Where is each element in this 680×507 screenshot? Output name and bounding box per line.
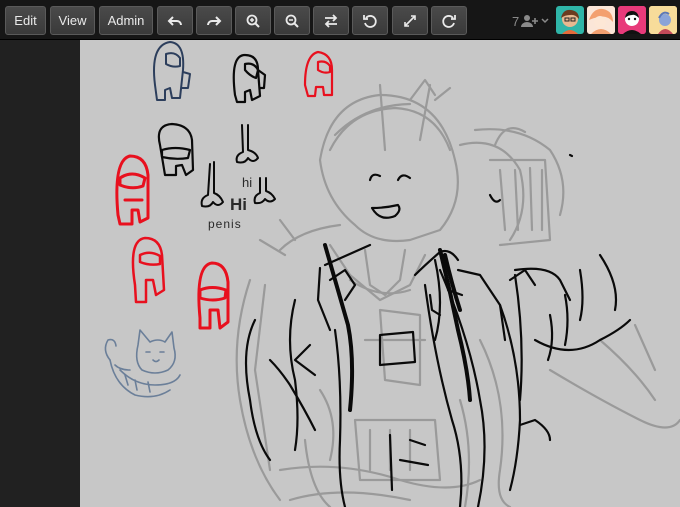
avatar[interactable] [587,6,615,34]
user-count: 7 [512,13,520,29]
zoom-out-button[interactable] [274,6,310,35]
edit-menu-button[interactable]: Edit [5,6,46,35]
user-count-dropdown[interactable]: 7 [512,12,549,30]
doodle-text-scribble: penis [208,217,242,231]
left-sidebar [0,40,80,507]
avatar-image [618,6,646,34]
fullscreen-icon [404,14,416,27]
among-us-navy [153,41,191,101]
avatar-image [649,6,677,34]
rotate-left-button[interactable] [352,6,388,35]
chevron-down-icon [541,18,549,24]
add-user-icon [521,15,539,27]
undo-icon [167,15,182,26]
cat-doodle [104,329,181,398]
drawing-layer [104,41,680,507]
among-us-red-2 [115,154,150,226]
avatar-image [561,9,579,34]
drawing-canvas[interactable]: hi Hi penis [80,40,680,507]
avatar[interactable] [649,6,677,34]
flip-icon [324,13,338,28]
rotate-right-button[interactable] [431,6,467,35]
doodle-text-hi-small: hi [242,175,253,190]
doodle-text-hi-large: Hi [230,195,247,214]
among-us-red-4 [197,261,230,330]
rotate-left-icon [363,14,377,28]
undo-button[interactable] [157,6,193,35]
rotate-right-icon [442,14,456,28]
among-us-red-1 [303,50,334,98]
zoom-in-button[interactable] [235,6,271,35]
view-menu-button[interactable]: View [50,6,95,35]
zoom-out-icon [285,14,299,28]
zoom-in-icon [246,14,260,28]
admin-menu-button[interactable]: Admin [99,6,153,35]
fullscreen-button[interactable] [392,6,428,35]
avatar[interactable] [556,6,584,34]
among-us-red-3 [131,236,166,304]
among-us-black-1 [232,53,267,104]
among-us-black-2 [157,122,195,177]
redo-button[interactable] [196,6,232,35]
flip-button[interactable] [313,6,349,35]
avatar-image [587,6,615,34]
redo-icon [207,15,222,26]
avatar[interactable] [618,6,646,34]
toolbar: Edit View Admin 7 [0,0,680,40]
